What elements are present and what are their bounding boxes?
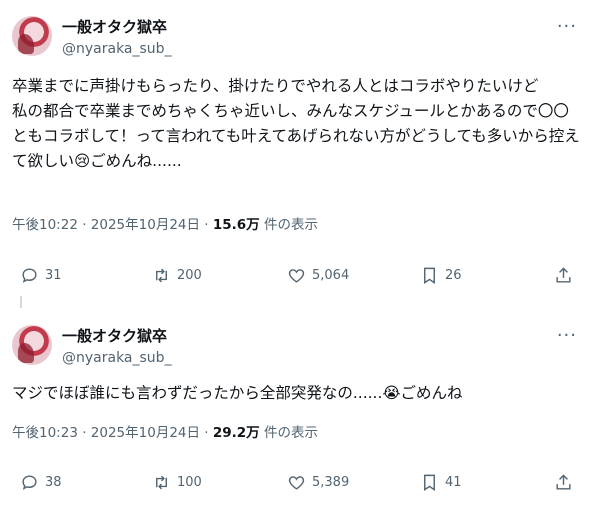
reply-button[interactable]: 31 — [20, 264, 62, 286]
timestamp[interactable]: 午後10:23 · 2025年10月24日 · — [12, 425, 213, 441]
heart-icon — [288, 475, 305, 490]
retweet-count: 100 — [177, 474, 202, 490]
share-button[interactable] — [554, 264, 573, 286]
retweet-button[interactable]: 100 — [152, 471, 202, 493]
bookmark-button[interactable]: 26 — [420, 264, 462, 286]
share-icon — [556, 266, 571, 283]
tweet-text: マジでほぼ誰にも言わずだったから全部突発なの......😭ごめんね — [12, 384, 463, 402]
author-handle[interactable]: @nyaraka_sub_ — [62, 40, 172, 58]
like-count: 5,064 — [312, 267, 350, 283]
heart-icon — [288, 268, 305, 283]
tweet-meta: 午後10:23 · 2025年10月24日 · 29.2万 件の表示 — [12, 424, 318, 442]
author-name[interactable]: 一般オタク獄卒 — [62, 327, 167, 345]
view-count: 29.2万 — [212, 425, 260, 441]
reply-button[interactable]: 38 — [20, 471, 62, 493]
like-count: 5,389 — [312, 474, 350, 490]
more-icon[interactable]: ··· — [557, 18, 577, 36]
share-button[interactable] — [554, 471, 573, 493]
tweet-meta: 午後10:22 · 2025年10月24日 · 15.6万 件の表示 — [12, 216, 318, 234]
view-count: 15.6万 — [212, 217, 260, 233]
retweet-button[interactable]: 200 — [152, 264, 202, 286]
like-button[interactable]: 5,064 — [287, 264, 349, 286]
reply-count: 38 — [45, 474, 62, 490]
author-handle[interactable]: @nyaraka_sub_ — [62, 349, 172, 367]
bookmark-icon — [424, 267, 435, 284]
action-bar: 38 100 5,389 41 — [0, 471, 593, 493]
view-suffix: 件の表示 — [259, 217, 318, 233]
reply-count: 31 — [45, 267, 62, 283]
tweet-text: 卒業までに声掛けもらったり、掛けたりでやれる人とはコラボやりたいけど 私の都合で… — [12, 77, 580, 170]
bookmark-count: 41 — [445, 474, 462, 490]
action-bar: 31 200 5,064 26 — [0, 264, 593, 286]
bookmark-button[interactable]: 41 — [420, 471, 462, 493]
bookmark-count: 26 — [445, 267, 462, 283]
thread-connector — [20, 296, 22, 308]
avatar[interactable] — [12, 16, 52, 56]
author-name[interactable]: 一般オタク獄卒 — [62, 18, 167, 36]
share-icon — [556, 473, 571, 490]
retweet-icon — [156, 475, 167, 489]
retweet-count: 200 — [177, 267, 202, 283]
retweet-icon — [156, 268, 167, 282]
bookmark-icon — [424, 474, 435, 491]
more-icon[interactable]: ··· — [557, 327, 577, 345]
like-button[interactable]: 5,389 — [287, 471, 349, 493]
reply-icon — [22, 474, 37, 490]
reply-icon — [22, 267, 37, 283]
view-suffix: 件の表示 — [259, 425, 318, 441]
timestamp[interactable]: 午後10:22 · 2025年10月24日 · — [12, 217, 213, 233]
avatar[interactable] — [12, 325, 52, 365]
